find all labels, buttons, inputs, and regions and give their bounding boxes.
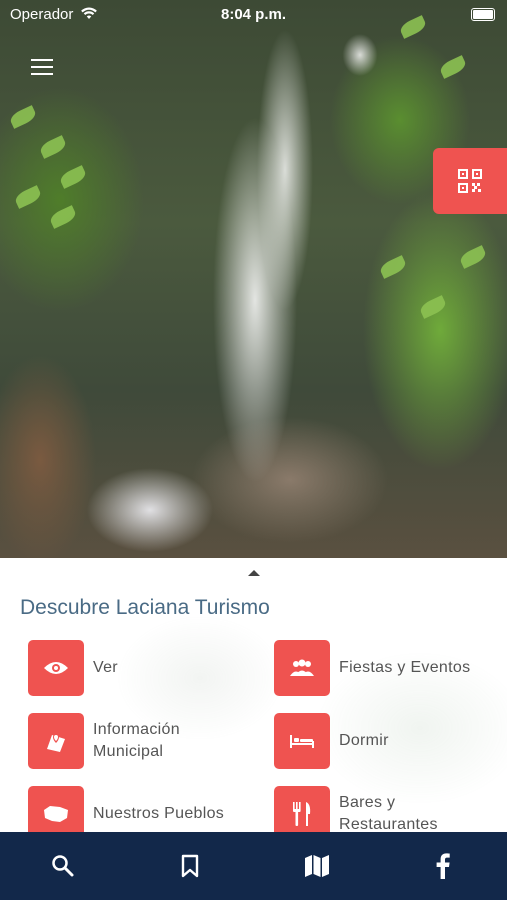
status-bar: Operador 8:04 p.m.: [0, 0, 507, 28]
panel-title: Descubre Laciana Turismo: [20, 596, 270, 619]
menu-item-dormir[interactable]: Dormir: [274, 713, 389, 769]
map-pin-icon: [28, 713, 84, 769]
menu-item-fiestas-y-eventos[interactable]: Fiestas y Eventos: [274, 640, 470, 696]
menu-item-label: Ver: [93, 659, 118, 676]
search-icon: [52, 855, 74, 877]
clock: 8:04 p.m.: [220, 6, 287, 23]
discover-panel: Descubre Laciana Turismo Ver Fiestas y E…: [0, 558, 507, 832]
tab-facebook[interactable]: [413, 832, 473, 900]
bottom-tab-bar: [0, 832, 507, 900]
menu-item-label: Información Municipal: [93, 721, 180, 760]
menu-item-informacion-municipal[interactable]: Información Municipal: [28, 713, 180, 769]
tab-bookmarks[interactable]: [160, 832, 220, 900]
people-icon: [274, 640, 330, 696]
menu-item-label: Bares y Restaurantes: [339, 794, 438, 832]
bookmark-icon: [181, 854, 199, 878]
menu-item-label: Fiestas y Eventos: [339, 659, 471, 676]
tab-search[interactable]: [33, 832, 93, 900]
battery-icon: [471, 8, 495, 21]
qr-code-icon: [458, 169, 482, 193]
region-map-icon: [28, 786, 84, 832]
eye-icon: [28, 640, 84, 696]
menu-item-ver[interactable]: Ver: [28, 640, 118, 696]
hamburger-menu-icon[interactable]: [31, 59, 53, 77]
menu-item-nuestros-pueblos[interactable]: Nuestros Pueblos: [28, 786, 224, 832]
hero-waterfall-image: [0, 0, 507, 558]
qr-code-button[interactable]: [433, 148, 507, 214]
fork-knife-icon: [274, 786, 330, 832]
menu-item-label: Nuestros Pueblos: [93, 805, 225, 822]
bed-icon: [274, 713, 330, 769]
collapse-caret-icon[interactable]: [248, 570, 260, 576]
map-icon: [305, 855, 329, 877]
tab-map[interactable]: [287, 832, 347, 900]
menu-item-bares-y-restaurantes[interactable]: Bares y Restaurantes: [274, 786, 438, 832]
menu-item-label: Dormir: [339, 732, 389, 749]
facebook-icon: [436, 853, 450, 879]
